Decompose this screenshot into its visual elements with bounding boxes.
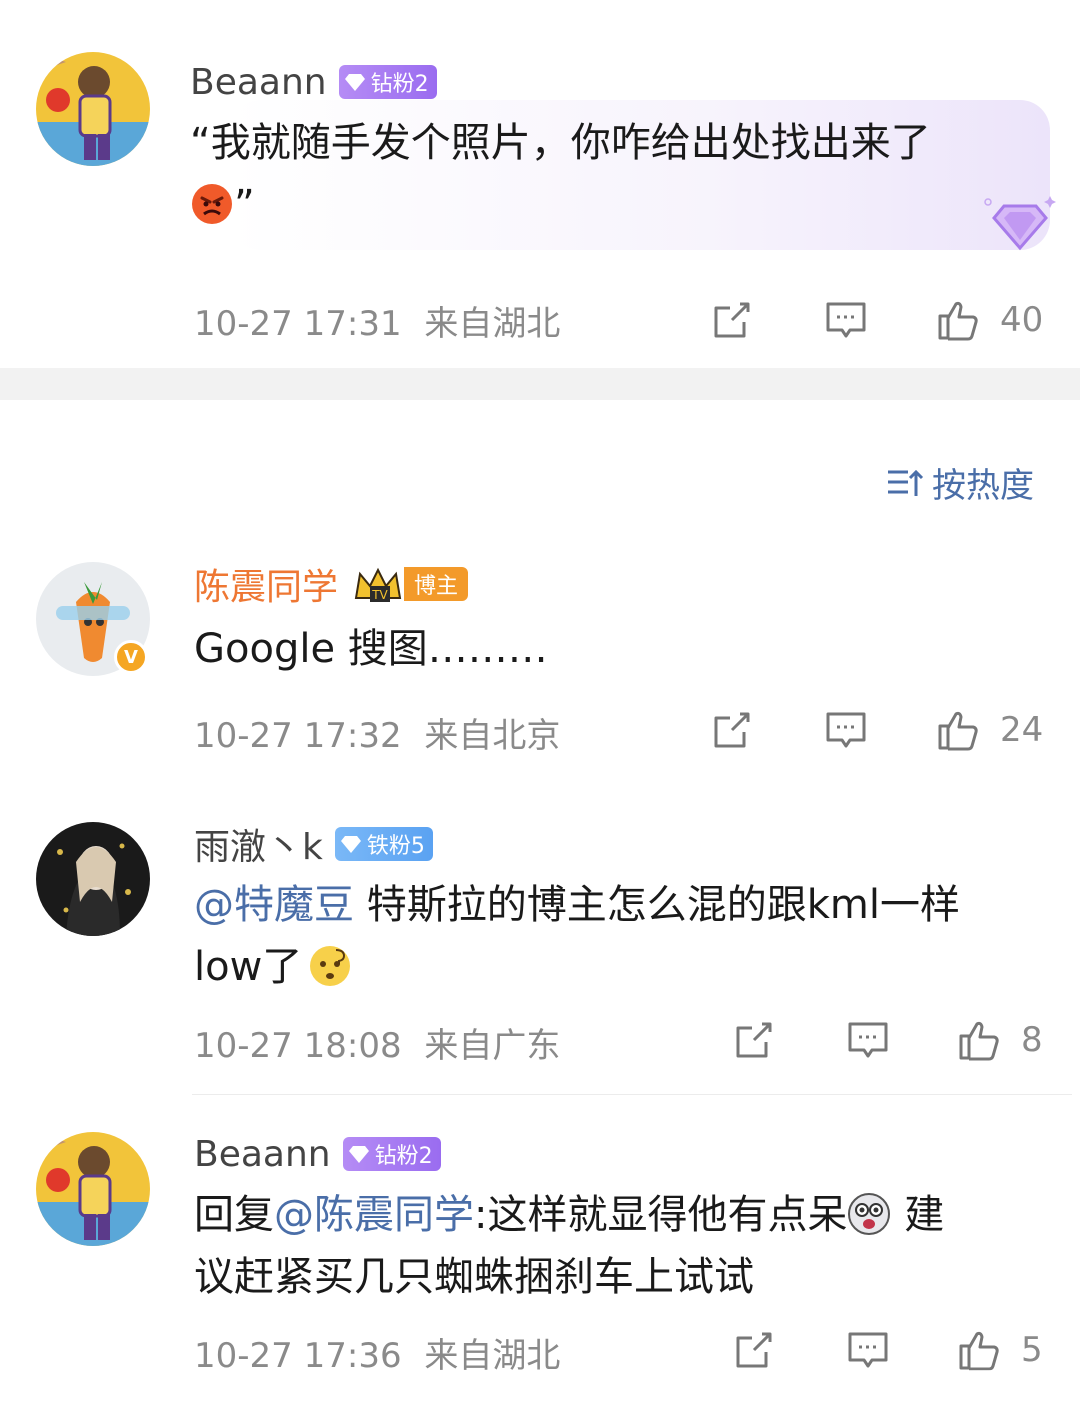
avatar[interactable] bbox=[36, 52, 150, 166]
diamond-icon bbox=[348, 1146, 369, 1163]
comment-text-line: “我就随手发个照片，你咋给出处找出来了 bbox=[190, 120, 931, 166]
sort-label: 按热度 bbox=[932, 466, 1034, 506]
username[interactable]: 雨澈丶k bbox=[194, 818, 323, 870]
mention-link[interactable]: @特魔豆 bbox=[194, 882, 354, 928]
comment-text-line: Google 搜图……… bbox=[194, 626, 548, 672]
like-button[interactable]: 5 bbox=[957, 1326, 1043, 1374]
comment-text-line: low了 bbox=[194, 936, 1054, 998]
like-button[interactable]: 24 bbox=[936, 706, 1043, 754]
svg-text:TV: TV bbox=[371, 588, 388, 602]
like-button[interactable]: 8 bbox=[957, 1016, 1043, 1064]
avatar-image bbox=[36, 52, 150, 166]
thumbs-up-icon bbox=[959, 1021, 999, 1061]
badge-label: 博主 bbox=[404, 567, 469, 601]
avatar-image bbox=[36, 1132, 150, 1246]
share-button[interactable] bbox=[732, 1326, 776, 1374]
comment-actions: 8 bbox=[0, 1016, 1080, 1064]
share-icon bbox=[714, 302, 750, 338]
comment-text-part: 特斯拉的博主怎么混的跟kml一样 bbox=[354, 882, 960, 928]
comment-text-line: 回复@陈震同学:这样就显得他有点呆 建 bbox=[194, 1184, 1054, 1246]
badge-label: 铁粉5 bbox=[366, 834, 425, 859]
reply-button[interactable] bbox=[824, 296, 868, 344]
username[interactable]: 陈震同学 bbox=[194, 558, 338, 610]
thumbs-up-icon bbox=[938, 711, 978, 751]
mention-link[interactable]: @陈震同学 bbox=[274, 1192, 474, 1238]
comment-actions: 5 bbox=[0, 1326, 1080, 1374]
sort-icon bbox=[888, 469, 924, 496]
like-count: 40 bbox=[1000, 300, 1044, 340]
share-button[interactable] bbox=[732, 1016, 776, 1064]
reply-prefix: 回复 bbox=[194, 1192, 274, 1238]
like-count: 24 bbox=[1000, 710, 1044, 750]
comment-icon bbox=[826, 712, 866, 748]
name-row: Beaann 钻粉2 bbox=[190, 58, 437, 106]
thinking-face-icon bbox=[310, 946, 351, 986]
thumbs-up-icon bbox=[959, 1331, 999, 1371]
comment-text-line: ” bbox=[190, 174, 1050, 236]
comment-text: @特魔豆 特斯拉的博主怎么混的跟kml一样 low了 bbox=[194, 874, 1054, 998]
reply-button[interactable] bbox=[846, 1326, 890, 1374]
name-row: 陈震同学 TV 博主 bbox=[194, 558, 469, 610]
share-icon bbox=[714, 712, 750, 748]
share-button[interactable] bbox=[710, 296, 754, 344]
comment-text: Google 搜图……… bbox=[194, 618, 1054, 680]
dizzy-face-icon bbox=[848, 1193, 891, 1235]
avatar[interactable] bbox=[36, 1132, 150, 1246]
comment-text-line: 议赶紧买几只蜘蛛捆刹车上试试 bbox=[194, 1254, 754, 1300]
badge-label: 钻粉2 bbox=[370, 72, 429, 97]
share-icon bbox=[736, 1332, 772, 1368]
reply-button[interactable] bbox=[846, 1016, 890, 1064]
sort-by-heat-button[interactable]: 按热度 bbox=[886, 458, 1034, 507]
angry-face-icon bbox=[192, 184, 232, 224]
diamond-icon bbox=[344, 74, 365, 91]
comment-divider bbox=[192, 1094, 1072, 1095]
reply-button[interactable] bbox=[824, 706, 868, 754]
diamond-icon bbox=[340, 836, 361, 853]
comment-text-line: @特魔豆 特斯拉的博主怎么混的跟kml一样 bbox=[194, 874, 1054, 936]
comment-text-part: 建 bbox=[891, 1192, 945, 1238]
comment-icon bbox=[826, 302, 866, 338]
author-badge[interactable]: TV 博主 bbox=[352, 564, 469, 604]
name-row: 雨澈丶k 铁粉5 bbox=[194, 820, 433, 868]
comment-text-part: low了 bbox=[194, 944, 303, 990]
share-icon bbox=[736, 1022, 772, 1058]
username[interactable]: Beaann bbox=[194, 1134, 331, 1175]
fan-level-badge[interactable]: 铁粉5 bbox=[334, 827, 433, 861]
avatar-image bbox=[36, 822, 150, 936]
share-button[interactable] bbox=[710, 706, 754, 754]
comment-text: “我就随手发个照片，你咋给出处找出来了 ” bbox=[190, 112, 1050, 236]
fan-level-badge[interactable]: 钻粉2 bbox=[338, 65, 437, 99]
thumbs-up-icon bbox=[938, 301, 978, 341]
comment-text: 回复@陈震同学:这样就显得他有点呆 建 议赶紧买几只蜘蛛捆刹车上试试 bbox=[194, 1184, 1054, 1308]
comment-actions: 40 bbox=[0, 296, 1080, 344]
comment-actions: 24 bbox=[0, 706, 1080, 754]
comment-text-part: :这样就显得他有点呆 bbox=[474, 1192, 848, 1238]
name-row: Beaann 钻粉2 bbox=[194, 1130, 441, 1178]
quote-close: ” bbox=[234, 182, 255, 228]
verified-badge: V bbox=[114, 640, 148, 674]
comment-icon bbox=[848, 1332, 888, 1368]
avatar[interactable] bbox=[36, 822, 150, 936]
comment-icon bbox=[848, 1022, 888, 1058]
like-button[interactable]: 40 bbox=[936, 296, 1043, 344]
badge-label: 钻粉2 bbox=[374, 1144, 433, 1169]
username[interactable]: Beaann bbox=[190, 62, 327, 103]
crown-icon: TV bbox=[354, 567, 402, 602]
bottom-fade-overlay bbox=[760, 1370, 1080, 1408]
fan-level-badge[interactable]: 钻粉2 bbox=[342, 1137, 441, 1171]
like-count: 8 bbox=[1021, 1020, 1043, 1060]
like-count: 5 bbox=[1021, 1330, 1043, 1370]
section-divider bbox=[0, 368, 1080, 400]
